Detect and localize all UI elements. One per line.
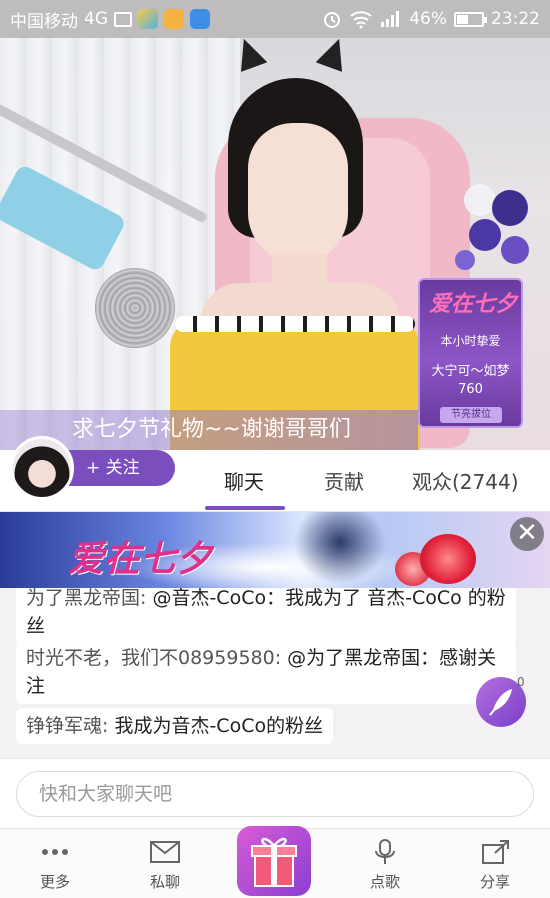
tab-chat[interactable]: 聊天 <box>224 466 264 495</box>
mail-icon <box>150 841 180 863</box>
app-icon-2 <box>164 9 184 29</box>
image-icon <box>114 11 132 27</box>
ad-rose <box>420 534 476 584</box>
wifi-icon <box>350 11 372 29</box>
signal-icon <box>381 11 400 27</box>
nav-more[interactable]: 更多 <box>20 839 90 892</box>
nav-label: 分享 <box>479 873 510 891</box>
status-bar: 中国移动 4G 46% 23:22 <box>0 0 550 38</box>
cat-ear-right <box>315 38 353 72</box>
close-icon[interactable]: ✕ <box>510 517 544 551</box>
nav-label: 更多 <box>39 873 70 891</box>
nav-private-chat[interactable]: 私聊 <box>130 839 200 892</box>
gift-icon <box>251 837 297 887</box>
app-icon-1 <box>138 9 158 29</box>
host-card: + 关注 <box>10 436 180 506</box>
promo-score: 760 <box>458 382 483 397</box>
chat-list[interactable]: 为了黑龙帝国: @音杰-CoCo：我成为了 音杰-CoCo 的粉丝 时光不老，我… <box>0 588 550 758</box>
tab-audience[interactable]: 观众(2744) <box>412 466 519 495</box>
chat-message: 时光不老，我们不08959580: @为了黑龙帝国：感谢关注 <box>16 640 516 704</box>
chat-user[interactable]: 时光不老，我们不08959580: <box>26 647 281 669</box>
promo-button[interactable]: 节亮拔位 <box>440 407 502 423</box>
app-icon-3 <box>190 9 210 29</box>
alarm-icon <box>324 12 341 28</box>
battery-icon <box>454 11 487 27</box>
promo-title: 本小时挚爱 <box>440 334 501 348</box>
nav-label: 点歌 <box>369 873 400 891</box>
avatar[interactable] <box>10 436 74 500</box>
promo-name: 大宁可～如梦 <box>431 364 510 379</box>
streamer-neck <box>272 253 327 298</box>
promo-logo: 爱在七夕 <box>428 291 517 317</box>
chat-input-bar <box>0 758 550 828</box>
chat-message: 为了黑龙帝国: @音杰-CoCo：我成为了 音杰-CoCo 的粉丝 <box>16 588 516 644</box>
nav-song-request[interactable]: 点歌 <box>350 839 420 892</box>
network-label: 4G <box>84 9 108 29</box>
follow-button[interactable]: + 关注 <box>86 450 140 486</box>
battery-fill <box>457 14 468 24</box>
chat-message: 铮铮军魂: 我成为音杰-CoCo的粉丝 <box>16 708 334 744</box>
chat-user[interactable]: 为了黑龙帝国: <box>26 588 146 609</box>
active-tab-indicator <box>205 506 285 510</box>
promo-card[interactable]: 爱在七夕 本小时挚爱 大宁可～如梦 760 节亮拔位 <box>418 278 523 428</box>
chat-text: 我成为音杰-CoCo的粉丝 <box>114 715 324 737</box>
microphone-icon <box>375 839 395 864</box>
mic-head <box>95 268 175 348</box>
carrier-label: 中国移动 <box>10 11 78 32</box>
chat-input[interactable] <box>16 771 534 817</box>
flowers-decoration <box>455 184 529 270</box>
streamer-face <box>248 123 348 263</box>
chat-user[interactable]: 铮铮军魂: <box>26 715 108 737</box>
ad-title: 爱在七夕 <box>68 538 213 580</box>
nav-label: 私聊 <box>149 873 180 891</box>
room-info-bar: + 关注 聊天 贡献 观众(2744) <box>0 436 550 512</box>
streamer-top-trim <box>175 316 415 332</box>
tab-contribution[interactable]: 贡献 <box>324 466 364 495</box>
share-icon <box>482 840 509 864</box>
more-dots-icon <box>42 849 68 855</box>
battery-percent: 46% <box>409 9 447 29</box>
clock: 23:22 <box>491 9 540 29</box>
fab-count: 0 <box>517 675 525 689</box>
ad-banner[interactable]: 爱在七夕 <box>0 512 550 588</box>
ad-figure <box>290 512 390 588</box>
gift-button[interactable] <box>237 826 311 896</box>
nav-share[interactable]: 分享 <box>460 839 530 892</box>
